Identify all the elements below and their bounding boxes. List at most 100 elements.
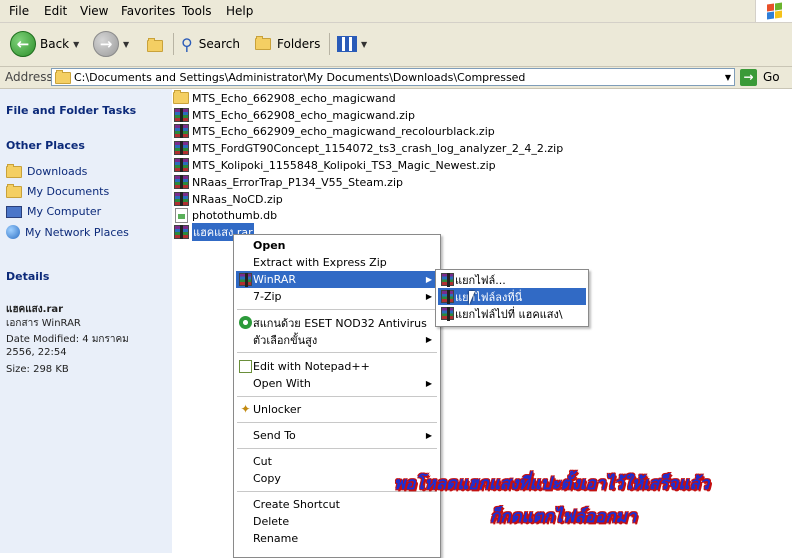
rar-archive-icon	[173, 192, 189, 206]
menu-rename[interactable]: Rename	[236, 530, 438, 547]
go-label: Go	[763, 70, 780, 84]
menu-separator	[237, 396, 437, 397]
caption-line-2: ก็กดแตกไฟล์ออกมา	[490, 507, 637, 527]
forward-arrow-icon: →	[93, 31, 119, 57]
notepad-icon	[239, 360, 252, 373]
menu-favorites[interactable]: Favorites	[121, 4, 175, 18]
file-name: MTS_Echo_662908_echo_magicwand.zip	[192, 108, 415, 122]
file-folder-tasks-heading[interactable]: File and Folder Tasks	[6, 104, 136, 117]
menu-file[interactable]: File	[9, 4, 29, 18]
rar-archive-icon	[173, 108, 189, 122]
file-name: photothumb.db	[192, 208, 278, 222]
place-label: My Network Places	[25, 225, 129, 239]
menu-nod32-scan[interactable]: สแกนด้วย ESET NOD32 Antivirus	[236, 314, 438, 331]
menu-extract-express-zip[interactable]: Extract with Express Zip	[236, 254, 438, 271]
computer-icon	[6, 205, 22, 218]
up-folder-icon	[147, 37, 163, 52]
menu-label: Unlocker	[253, 403, 302, 416]
file-item[interactable]: MTS_Echo_662909_echo_magicwand_recolourb…	[173, 123, 495, 139]
folder-icon	[6, 163, 22, 178]
rar-archive-icon	[173, 141, 189, 155]
menu-label: 7-Zip	[253, 290, 282, 303]
submenu-arrow-icon: ▶	[425, 379, 432, 388]
menu-separator	[237, 422, 437, 423]
folders-button[interactable]: Folders	[255, 31, 320, 57]
winrar-icon	[441, 290, 454, 304]
menu-edit[interactable]: Edit	[44, 4, 67, 18]
submenu-arrow-icon: ▶	[425, 275, 432, 284]
folder-icon	[6, 183, 22, 198]
file-item[interactable]: NRaas_ErrorTrap_P134_V55_Steam.zip	[173, 174, 403, 190]
file-item[interactable]: MTS_Echo_662908_echo_magicwand.zip	[173, 107, 415, 123]
file-item[interactable]: MTS_Kolipoki_1155848_Kolipoki_TS3_Magic_…	[173, 157, 496, 173]
address-path: C:\Documents and Settings\Administrator\…	[74, 71, 526, 84]
file-item[interactable]: NRaas_NoCD.zip	[173, 191, 283, 207]
menu-help[interactable]: Help	[226, 4, 253, 18]
menu-create-shortcut[interactable]: Create Shortcut	[236, 496, 438, 513]
menu-label: Open With	[253, 377, 311, 390]
rar-archive-icon	[173, 158, 189, 172]
menu-separator	[237, 352, 437, 353]
address-field[interactable]: C:\Documents and Settings\Administrator\…	[51, 68, 735, 86]
place-downloads[interactable]: Downloads	[6, 163, 88, 178]
menu-7zip[interactable]: 7-Zip ▶	[236, 288, 438, 305]
search-icon: ⚲	[181, 34, 193, 54]
place-label: Downloads	[27, 165, 88, 178]
other-places-heading[interactable]: Other Places	[6, 139, 85, 152]
file-item[interactable]: MTS_Echo_662908_echo_magicwand	[173, 90, 396, 106]
details-modified: Date Modified: 4 มกราคม 2556, 22:54	[6, 334, 129, 358]
file-item[interactable]: MTS_FordGT90Concept_1154072_ts3_crash_lo…	[173, 140, 563, 156]
menu-label: Send To	[253, 429, 296, 442]
menu-open[interactable]: Open	[236, 237, 438, 254]
submenu-arrow-icon: ▶	[425, 292, 432, 301]
submenu-extract-files[interactable]: แยกไฟล์...	[438, 271, 586, 288]
place-my-documents[interactable]: My Documents	[6, 183, 110, 198]
menu-label: แยกไฟล์ไปที่ แฮคแสง\	[455, 307, 563, 321]
forward-button[interactable]: → ▼	[93, 31, 129, 57]
go-button[interactable]: → Go	[740, 68, 780, 86]
db-file-icon	[174, 207, 188, 223]
search-button[interactable]: ⚲ Search	[181, 31, 240, 57]
details-type: เอกสาร WinRAR	[6, 318, 81, 329]
menu-tools[interactable]: Tools	[182, 4, 212, 18]
place-my-network[interactable]: My Network Places	[6, 225, 129, 239]
chevron-down-icon: ▼	[361, 39, 368, 49]
caption-line-1: พอโหลดแฮกแสงที่แปะตั้งเอาไว้ให้เสร็จแล้ว	[394, 474, 710, 494]
place-my-computer[interactable]: My Computer	[6, 205, 101, 218]
submenu-extract-here[interactable]: แยกไฟล์ลงที่นี่	[438, 288, 586, 305]
mouse-cursor-icon	[469, 291, 475, 305]
menu-edit-notepad[interactable]: Edit with Notepad++	[236, 358, 438, 375]
back-button[interactable]: ← Back ▼	[10, 31, 79, 57]
chevron-down-icon[interactable]: ▼	[725, 73, 731, 82]
menu-cut[interactable]: Cut	[236, 453, 438, 470]
chevron-down-icon: ▼	[73, 39, 80, 49]
place-label: My Computer	[27, 205, 102, 218]
menu-bar: File Edit View Favorites Tools Help	[0, 0, 792, 23]
rar-archive-icon	[173, 175, 189, 189]
place-label: My Documents	[27, 185, 110, 198]
search-label: Search	[198, 37, 240, 51]
details-heading[interactable]: Details	[6, 270, 49, 283]
menu-send-to[interactable]: Send To ▶	[236, 427, 438, 444]
submenu-extract-to-folder[interactable]: แยกไฟล์ไปที่ แฮคแสง\	[438, 305, 586, 322]
back-arrow-icon: ←	[10, 31, 36, 57]
menu-label: ตัวเลือกขั้นสูง	[253, 333, 318, 347]
chevron-down-icon: ▼	[123, 39, 130, 49]
menu-winrar[interactable]: WinRAR ▶	[236, 271, 438, 288]
menu-view[interactable]: View	[80, 4, 108, 18]
menu-label: แยกไฟล์...	[455, 273, 506, 287]
menu-label: WinRAR	[253, 273, 297, 286]
up-folder-button[interactable]	[147, 31, 163, 57]
menu-delete[interactable]: Delete	[236, 513, 438, 530]
menu-advanced-options[interactable]: ตัวเลือกขั้นสูง ▶	[236, 331, 438, 348]
winrar-icon	[441, 307, 454, 321]
submenu-arrow-icon: ▶	[425, 335, 432, 344]
menu-open-with[interactable]: Open With ▶	[236, 375, 438, 392]
rar-archive-icon	[173, 124, 189, 138]
views-button[interactable]: ▼	[337, 31, 367, 57]
menu-unlocker[interactable]: ✦ Unlocker	[236, 401, 438, 418]
file-item[interactable]: photothumb.db	[173, 207, 277, 223]
file-name: NRaas_NoCD.zip	[192, 192, 283, 206]
file-name: MTS_Echo_662908_echo_magicwand	[192, 91, 396, 105]
toolbar-divider	[329, 33, 330, 55]
